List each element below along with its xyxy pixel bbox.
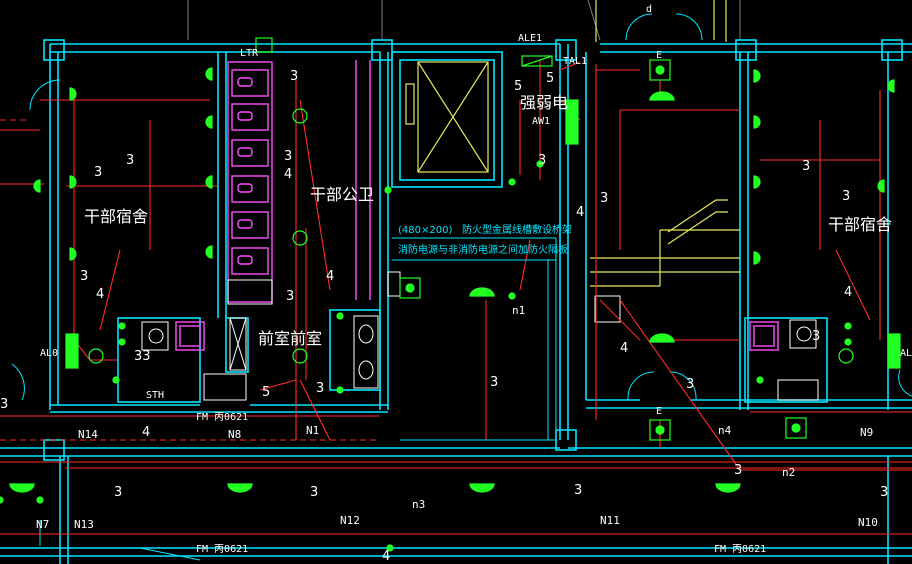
wire-count: 5 (546, 71, 554, 86)
label-aw1: AW1 (532, 116, 550, 127)
circuit-n1: N1 (306, 424, 319, 437)
tag-sth: STH (146, 390, 164, 401)
wire-count: 3 (0, 397, 8, 412)
door-swings (11, 13, 912, 561)
elevator-cab (405, 61, 489, 173)
wire-count: 3 (80, 269, 88, 284)
circuit-n4: n4 (718, 424, 732, 437)
label-anteroom: 前室前室 (258, 329, 322, 348)
circuit-n14: N14 (78, 428, 98, 441)
label-dorm-right: 干部宿舍 (828, 215, 892, 234)
note-fire-barrier: 消防电源与非消防电源之间加防火隔板 (398, 243, 568, 256)
wire-count: 3 (734, 463, 742, 478)
floor-plan: 干部宿舍 干部宿舍 干部公卫 前室前室 强弱电 (480×200) 防火型金属线… (0, 0, 912, 564)
tag-d: d (646, 4, 652, 15)
tag-ltr: LTR (240, 48, 259, 59)
circuit-n13: N13 (74, 518, 94, 531)
label-weak-current: 强弱电 (520, 93, 568, 112)
wire-count: 3 (880, 485, 888, 500)
circuit-n11: N11 (600, 514, 620, 527)
wire-count: 3 (842, 189, 850, 204)
wire-count: 5 (262, 385, 270, 400)
notes: (480×200) 防火型金属线槽敷设桥架 消防电源与非消防电源之间加防火隔板 (398, 223, 572, 256)
wire-count: 3 (316, 381, 324, 396)
tag-e1: E (656, 50, 662, 61)
label-fm-door-2: FM 丙0621 (196, 544, 248, 555)
grid-lines (187, 0, 741, 41)
circuit-n9: N9 (860, 426, 873, 439)
circuit-n3: n3 (412, 498, 425, 511)
label-dorm-left: 干部宿舍 (84, 207, 148, 226)
label-toilet: 干部公卫 (310, 185, 374, 204)
wire-count-labels: 3 3 3 3 4 3 4 4 3 33 5 3 3 4 5 5 3 4 3 3… (0, 69, 888, 564)
wire-count: 3 (114, 485, 122, 500)
wire-count: 3 (574, 483, 582, 498)
note-duct: 防火型金属线槽敷设桥架 (462, 223, 572, 236)
circuit-n10: N10 (858, 516, 878, 529)
wire-count: 3 (310, 485, 318, 500)
circuit-n2: n2 (782, 466, 795, 479)
wire-count: 4 (576, 205, 584, 220)
wire-count: 3 (812, 329, 820, 344)
circuit-n7: N7 (36, 518, 49, 531)
label-fm-door-3: FM 丙0621 (714, 544, 766, 555)
wire-count: 3 (94, 165, 102, 180)
cad-drawing-canvas[interactable]: 干部宿舍 干部宿舍 干部公卫 前室前室 强弱电 (480×200) 防火型金属线… (0, 0, 912, 564)
wire-count: 3 (686, 377, 694, 392)
wire-count: 4 (620, 341, 628, 356)
staircase (590, 0, 740, 287)
wire-count: 3 (600, 191, 608, 206)
label-fm-door-1: FM 丙0621 (196, 412, 248, 423)
circuit-n12: N12 (340, 514, 360, 527)
wire-count: 3 (286, 289, 294, 304)
wire-count: 4 (284, 167, 292, 182)
cable-tray (392, 237, 557, 441)
sanitary-fixtures (175, 60, 779, 351)
note-duct-size: (480×200) (398, 225, 452, 236)
wire-count: 3 (284, 149, 292, 164)
circuit-wiring (0, 60, 912, 535)
label-tal1: TAL1 (563, 56, 587, 67)
label-al0-left: AL0 (40, 348, 58, 359)
wire-count: 4 (844, 285, 852, 300)
wire-count: 3 (490, 375, 498, 390)
circuit-n8: N8 (228, 428, 241, 441)
label-al0-right: AL0 (900, 348, 912, 359)
light-fixtures (0, 37, 901, 552)
walls (0, 39, 912, 564)
wire-count: 5 (514, 79, 522, 94)
wire-count: 3 (290, 69, 298, 84)
tag-e2: E (656, 406, 662, 417)
wire-count: 3 (802, 159, 810, 174)
wire-count: 4 (96, 287, 104, 302)
wire-count: 4 (382, 549, 390, 564)
wire-count: 3 (126, 153, 134, 168)
wire-count: 4 (142, 425, 150, 440)
wire-count: 4 (326, 269, 334, 284)
label-ale1: ALE1 (518, 33, 542, 44)
wire-count: 3 (538, 153, 546, 168)
wire-count: 33 (134, 349, 151, 364)
circuit-n1-lower: n1 (512, 304, 525, 317)
